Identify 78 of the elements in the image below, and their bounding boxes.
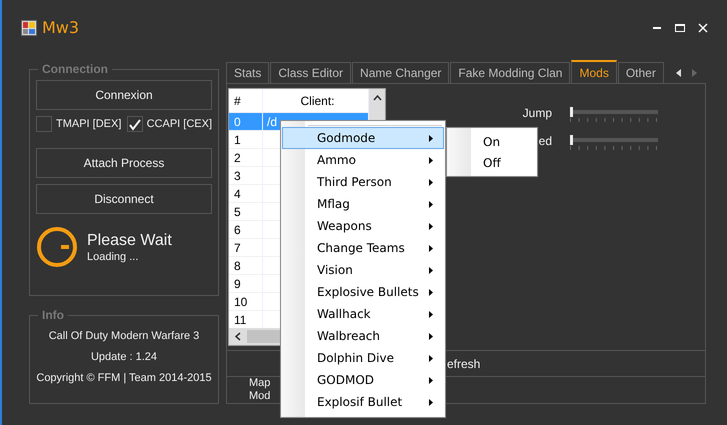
tab[interactable]: Stats <box>226 62 270 83</box>
minimize-icon <box>653 26 661 28</box>
submenu-arrow-icon <box>429 178 433 186</box>
tab[interactable]: Class Editor <box>270 62 352 83</box>
menu-item[interactable]: Explosif Bullet <box>282 391 444 413</box>
menu-item[interactable]: Dolphin Dive <box>282 347 444 369</box>
action-button[interactable]: Disconnect <box>36 184 212 214</box>
submenu-arrow-icon <box>429 288 433 296</box>
tab[interactable]: Fake Modding Clan <box>450 62 570 83</box>
submenu-arrow-icon <box>429 200 433 208</box>
app-icon <box>21 20 37 36</box>
refresh-label: efresh <box>447 356 480 370</box>
menu-item[interactable]: Off <box>447 152 537 173</box>
close-icon <box>698 22 708 32</box>
loading-spinner-icon <box>36 226 78 268</box>
menu-item[interactable]: Ammo <box>282 149 444 171</box>
menu-item[interactable]: On <box>447 131 537 152</box>
checkbox-label: TMAPI [DEX] <box>56 118 122 130</box>
table-cell: 7 <box>229 239 263 257</box>
menu-item[interactable]: Explosive Bullets <box>282 281 444 303</box>
menu-item[interactable]: Walbreach <box>282 325 444 347</box>
table-cell: 5 <box>229 203 263 221</box>
submenu-arrow-icon <box>429 222 433 230</box>
menu-item[interactable]: Weapons <box>282 215 444 237</box>
info-text: Call Of Duty Modern Warfare 3 <box>48 330 200 342</box>
menu-item[interactable]: Godmode <box>282 127 444 149</box>
status-subtitle: Loading ... <box>87 250 140 262</box>
submenu-arrow-icon <box>429 332 433 340</box>
submenu-arrow-icon <box>429 266 433 274</box>
submenu-arrow-icon <box>429 376 433 384</box>
slider-thumb[interactable] <box>570 135 573 145</box>
menu-item[interactable]: Mflag <box>282 193 444 215</box>
table-cell: 3 <box>229 167 263 185</box>
left-arrow-icon <box>676 68 682 76</box>
tab[interactable]: Name Changer <box>352 62 450 83</box>
map-label: Mod <box>249 390 270 403</box>
slider-label: ed <box>538 134 552 150</box>
connect-button[interactable]: Connexion <box>36 80 212 110</box>
menu-item[interactable]: Vision <box>282 259 444 281</box>
menu-item[interactable]: Change Teams <box>282 237 444 259</box>
checkbox[interactable] <box>126 116 143 132</box>
slider[interactable] <box>570 110 658 114</box>
slider-label: Jump <box>522 106 552 122</box>
menu-item[interactable]: Wallhack <box>282 303 444 325</box>
window-title: Mw3 <box>42 18 80 37</box>
map-label: Map <box>249 377 270 390</box>
slider[interactable] <box>570 138 658 142</box>
table-cell: 8 <box>229 257 263 275</box>
info-text: Update : 1.24 <box>90 351 158 363</box>
group-title: Info <box>41 308 65 322</box>
slider-thumb[interactable] <box>570 107 573 117</box>
submenu-arrow-icon <box>429 156 433 164</box>
menu-item[interactable]: Third Person <box>282 171 444 193</box>
submenu-arrow-icon <box>429 244 433 252</box>
submenu-arrow-icon <box>429 134 433 142</box>
table-cell: 1 <box>229 131 263 149</box>
submenu-arrow-icon <box>429 354 433 362</box>
action-button[interactable]: Attach Process <box>36 148 212 178</box>
table-cell: 0 <box>229 113 263 131</box>
table-cell: 9 <box>229 275 263 293</box>
checkbox-label: CCAPI [CEX] <box>146 118 212 130</box>
status-title: Please Wait <box>87 232 172 250</box>
right-arrow-icon <box>692 68 698 76</box>
table-cell: 6 <box>229 221 263 239</box>
table-cell: 10 <box>229 293 263 311</box>
tab[interactable]: Other <box>618 62 664 83</box>
submenu-arrow-icon <box>429 398 433 406</box>
group-title: Connection <box>41 62 109 76</box>
maximize-icon <box>675 22 685 32</box>
check-icon <box>128 118 142 130</box>
tab[interactable]: Mods <box>571 60 617 83</box>
info-text: Copyright © FFM | Team 2014-2015 <box>36 372 212 384</box>
menu-item[interactable]: GODMOD <box>282 369 444 391</box>
menu-gutter <box>447 128 471 176</box>
submenu-arrow-icon <box>429 310 433 318</box>
table-cell: 2 <box>229 149 263 167</box>
checkbox[interactable] <box>36 116 52 132</box>
table-cell: 4 <box>229 185 263 203</box>
